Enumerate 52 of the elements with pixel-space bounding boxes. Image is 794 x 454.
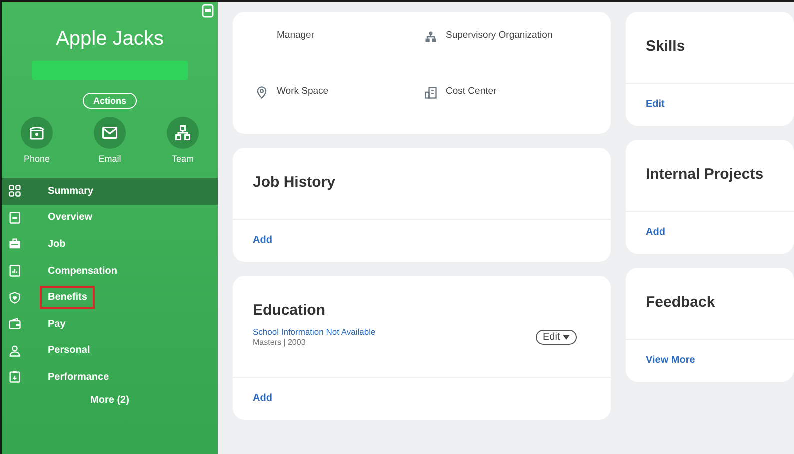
more-link[interactable]: More (2)	[90, 394, 130, 406]
pdf-icon[interactable]	[202, 4, 214, 18]
nav-label: Overview	[47, 211, 94, 226]
field-label: Manager	[277, 30, 314, 41]
field-label: Supervisory Organization	[446, 30, 553, 41]
field-label: Cost Center	[446, 86, 497, 97]
card-link[interactable]: View More	[646, 355, 696, 366]
org-chart-icon	[424, 30, 438, 44]
nav-item[interactable]: Pay	[2, 310, 218, 338]
envelope-icon	[101, 124, 119, 142]
nav-label: Performance	[47, 370, 110, 385]
nav-item[interactable]: Personal	[2, 338, 218, 364]
nav-label: Personal	[47, 344, 92, 358]
caret-icon	[563, 334, 570, 340]
card-link[interactable]: Add	[646, 227, 666, 238]
wallet-icon	[8, 317, 22, 332]
briefcase-icon	[8, 237, 22, 252]
nav-item[interactable]: Compensation	[2, 258, 218, 284]
nav-label: Compensation	[47, 264, 118, 279]
building-icon	[424, 86, 438, 100]
nav-label: Summary	[47, 184, 95, 199]
clipboard-icon	[8, 370, 22, 384]
nav-item[interactable]: Summary	[2, 178, 218, 205]
card-title: Education	[253, 302, 327, 319]
person-icon	[8, 344, 22, 358]
entry-detail: Masters | 2003	[253, 338, 307, 347]
card-title: Skills	[646, 38, 686, 55]
nav-item[interactable]: Performance	[2, 364, 218, 391]
field-label: Work Space	[277, 86, 329, 97]
org-chart-icon	[174, 124, 192, 142]
actions-button[interactable]: Actions	[83, 93, 136, 109]
card-link[interactable]: Edit	[646, 99, 665, 110]
card-title: Internal Projects	[646, 166, 765, 183]
chart-icon	[8, 264, 22, 278]
card-link[interactable]: Add	[253, 235, 272, 246]
shield-icon	[8, 290, 22, 305]
location-pin-icon	[255, 86, 269, 100]
nav-item[interactable]: Benefits	[2, 284, 218, 311]
entry-link[interactable]: School Information Not Available	[253, 327, 376, 337]
phone-icon	[28, 124, 46, 142]
card-title: Job History	[253, 174, 337, 191]
nav-label: Benefits	[40, 286, 96, 310]
card-link[interactable]: Add	[253, 393, 272, 404]
nav-item[interactable]: Overview	[2, 204, 218, 232]
nav-label: Job	[47, 238, 67, 252]
employee-name: Apple Jacks	[55, 28, 165, 51]
nav-item[interactable]: Job	[2, 231, 218, 258]
edit-dropdown-button[interactable]: Edit	[536, 330, 577, 344]
document-icon	[8, 210, 22, 225]
grid-icon	[8, 184, 22, 198]
card-title: Feedback	[646, 294, 716, 311]
nav-label: Pay	[47, 318, 67, 332]
